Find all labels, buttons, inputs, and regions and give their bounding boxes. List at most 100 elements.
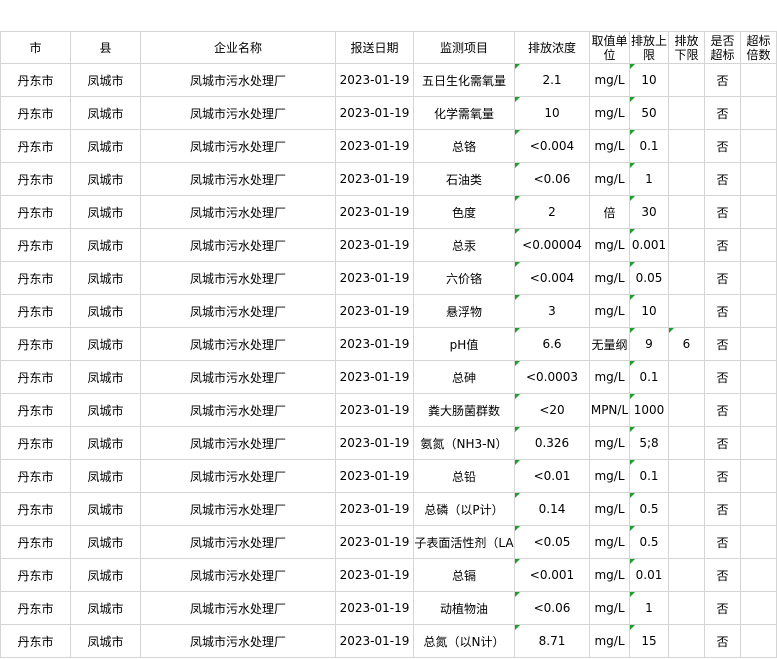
cell-county[interactable]: 凤城市 <box>70 294 141 328</box>
header-exceed[interactable]: 是否超标 <box>704 31 741 64</box>
cell-upper[interactable]: 0.001 <box>629 228 669 262</box>
cell-lower[interactable] <box>668 195 705 229</box>
header-item[interactable]: 监测项目 <box>413 31 515 64</box>
cell-city[interactable]: 丹东市 <box>0 96 71 130</box>
cell-concentration[interactable]: <0.00004 <box>514 228 590 262</box>
cell-date[interactable]: 2023-01-19 <box>335 129 414 163</box>
cell-county[interactable]: 凤城市 <box>70 492 141 526</box>
cell-concentration[interactable]: <0.06 <box>514 162 590 196</box>
cell-concentration[interactable]: 10 <box>514 96 590 130</box>
cell-upper[interactable]: 0.5 <box>629 492 669 526</box>
cell-multiple[interactable] <box>740 591 777 625</box>
cell-exceed[interactable]: 否 <box>704 96 741 130</box>
cell-company[interactable]: 凤城市污水处理厂 <box>140 261 336 295</box>
cell-upper[interactable]: 9 <box>629 327 669 361</box>
cell-date[interactable]: 2023-01-19 <box>335 426 414 460</box>
cell-lower[interactable] <box>668 162 705 196</box>
cell-exceed[interactable]: 否 <box>704 492 741 526</box>
cell-multiple[interactable] <box>740 426 777 460</box>
cell-company[interactable]: 凤城市污水处理厂 <box>140 624 336 658</box>
cell-multiple[interactable] <box>740 624 777 658</box>
cell-date[interactable]: 2023-01-19 <box>335 393 414 427</box>
cell-multiple[interactable] <box>740 162 777 196</box>
cell-lower[interactable] <box>668 624 705 658</box>
cell-unit[interactable]: mg/L <box>589 63 630 97</box>
cell-item[interactable]: 总氮（以N计） <box>413 624 515 658</box>
cell-multiple[interactable] <box>740 360 777 394</box>
cell-lower[interactable] <box>668 96 705 130</box>
cell-city[interactable]: 丹东市 <box>0 393 71 427</box>
cell-lower[interactable] <box>668 360 705 394</box>
cell-multiple[interactable] <box>740 558 777 592</box>
cell-concentration[interactable]: <0.001 <box>514 558 590 592</box>
cell-unit[interactable]: 无量纲 <box>589 327 630 361</box>
cell-city[interactable]: 丹东市 <box>0 327 71 361</box>
cell-date[interactable]: 2023-01-19 <box>335 591 414 625</box>
cell-city[interactable]: 丹东市 <box>0 360 71 394</box>
cell-county[interactable]: 凤城市 <box>70 393 141 427</box>
header-multiple[interactable]: 超标倍数 <box>740 31 777 64</box>
cell-lower[interactable] <box>668 294 705 328</box>
cell-lower[interactable] <box>668 129 705 163</box>
cell-item[interactable]: 石油类 <box>413 162 515 196</box>
cell-multiple[interactable] <box>740 195 777 229</box>
cell-item[interactable]: 子表面活性剂（LA <box>413 525 515 559</box>
cell-multiple[interactable] <box>740 327 777 361</box>
cell-date[interactable]: 2023-01-19 <box>335 624 414 658</box>
cell-date[interactable]: 2023-01-19 <box>335 228 414 262</box>
cell-unit[interactable]: mg/L <box>589 558 630 592</box>
cell-item[interactable]: 总砷 <box>413 360 515 394</box>
cell-unit[interactable]: MPN/L <box>589 393 630 427</box>
cell-upper[interactable]: 0.1 <box>629 360 669 394</box>
cell-company[interactable]: 凤城市污水处理厂 <box>140 63 336 97</box>
cell-concentration[interactable]: <0.01 <box>514 459 590 493</box>
cell-item[interactable]: 五日生化需氧量 <box>413 63 515 97</box>
cell-concentration[interactable]: <0.004 <box>514 129 590 163</box>
cell-upper[interactable]: 15 <box>629 624 669 658</box>
cell-city[interactable]: 丹东市 <box>0 624 71 658</box>
cell-county[interactable]: 凤城市 <box>70 525 141 559</box>
cell-unit[interactable]: mg/L <box>589 129 630 163</box>
cell-upper[interactable]: 10 <box>629 294 669 328</box>
cell-item[interactable]: 动植物油 <box>413 591 515 625</box>
cell-unit[interactable]: 倍 <box>589 195 630 229</box>
cell-city[interactable]: 丹东市 <box>0 63 71 97</box>
cell-concentration[interactable]: 8.71 <box>514 624 590 658</box>
cell-date[interactable]: 2023-01-19 <box>335 294 414 328</box>
cell-date[interactable]: 2023-01-19 <box>335 63 414 97</box>
cell-lower[interactable] <box>668 63 705 97</box>
cell-lower[interactable] <box>668 591 705 625</box>
cell-item[interactable]: 总镉 <box>413 558 515 592</box>
cell-item[interactable]: 色度 <box>413 195 515 229</box>
cell-city[interactable]: 丹东市 <box>0 162 71 196</box>
cell-multiple[interactable] <box>740 96 777 130</box>
cell-date[interactable]: 2023-01-19 <box>335 162 414 196</box>
cell-concentration[interactable]: <0.004 <box>514 261 590 295</box>
cell-lower[interactable] <box>668 492 705 526</box>
cell-lower[interactable] <box>668 393 705 427</box>
header-lower[interactable]: 排放下限 <box>668 31 705 64</box>
cell-lower[interactable] <box>668 228 705 262</box>
cell-multiple[interactable] <box>740 459 777 493</box>
cell-upper[interactable]: 30 <box>629 195 669 229</box>
cell-multiple[interactable] <box>740 261 777 295</box>
cell-lower[interactable]: 6 <box>668 327 705 361</box>
cell-date[interactable]: 2023-01-19 <box>335 327 414 361</box>
cell-exceed[interactable]: 否 <box>704 459 741 493</box>
cell-company[interactable]: 凤城市污水处理厂 <box>140 492 336 526</box>
cell-concentration[interactable]: 6.6 <box>514 327 590 361</box>
cell-multiple[interactable] <box>740 294 777 328</box>
cell-city[interactable]: 丹东市 <box>0 195 71 229</box>
cell-item[interactable]: 总磷（以P计） <box>413 492 515 526</box>
cell-date[interactable]: 2023-01-19 <box>335 492 414 526</box>
cell-exceed[interactable]: 否 <box>704 360 741 394</box>
cell-county[interactable]: 凤城市 <box>70 63 141 97</box>
header-concentration[interactable]: 排放浓度 <box>514 31 590 64</box>
cell-upper[interactable]: 0.01 <box>629 558 669 592</box>
cell-company[interactable]: 凤城市污水处理厂 <box>140 558 336 592</box>
cell-county[interactable]: 凤城市 <box>70 162 141 196</box>
cell-unit[interactable]: mg/L <box>589 591 630 625</box>
cell-county[interactable]: 凤城市 <box>70 360 141 394</box>
cell-date[interactable]: 2023-01-19 <box>335 261 414 295</box>
cell-multiple[interactable] <box>740 228 777 262</box>
